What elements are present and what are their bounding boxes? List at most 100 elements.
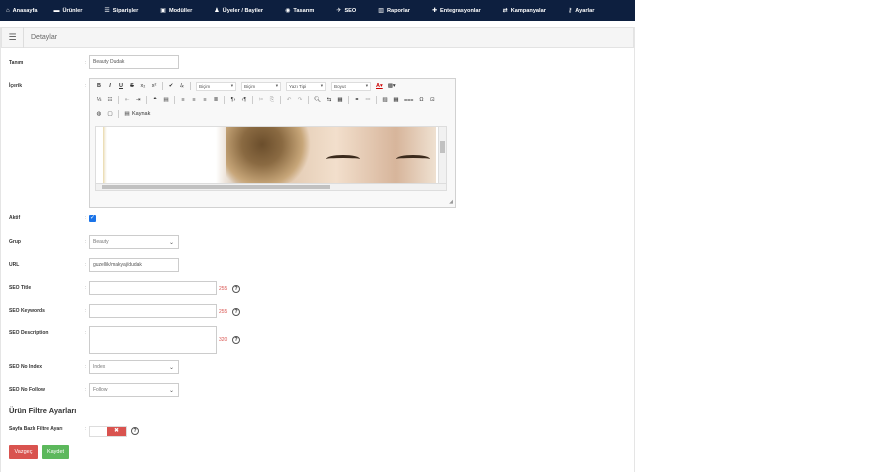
link-icon[interactable]: ⚭ xyxy=(354,97,360,103)
italic-button[interactable]: I xyxy=(107,83,113,89)
template-icon[interactable]: ▢ xyxy=(107,111,113,117)
seo-keywords-input[interactable] xyxy=(89,304,217,318)
seo-description-textarea[interactable] xyxy=(89,326,217,354)
bg-color-icon[interactable]: ▩▾ xyxy=(388,83,396,89)
iframe-icon[interactable]: ⊡ xyxy=(429,97,435,103)
table-icon[interactable]: ▦ xyxy=(393,97,399,103)
resize-handle-icon[interactable]: ◢ xyxy=(449,199,453,205)
cut-icon[interactable]: ✂ xyxy=(258,97,264,103)
font-combo[interactable]: Yazı Tipi ▾ xyxy=(286,81,326,91)
cancel-button[interactable]: Vazgeç xyxy=(9,445,38,459)
active-checkbox[interactable]: ✓ xyxy=(89,215,96,222)
nav-item-siparişler[interactable]: ☰ Siparişler xyxy=(104,7,138,15)
nav-item-ürünler[interactable]: ▬ Ürünler xyxy=(54,8,83,14)
source-icon[interactable]: ▤ xyxy=(124,111,130,117)
seo-nofollow-select[interactable]: Follow ⌄ xyxy=(89,383,179,397)
url-label: URL xyxy=(9,262,20,268)
list-icon: ☰ xyxy=(104,8,110,14)
nav-item-tasarım[interactable]: ◉ Tasarım xyxy=(285,7,314,15)
colon: : xyxy=(85,364,87,370)
div-icon[interactable]: ▤ xyxy=(163,97,169,103)
scroll-thumb[interactable] xyxy=(102,185,330,189)
align-center-icon[interactable]: ≡ xyxy=(191,97,197,103)
seo-title-counter: 255 xyxy=(219,286,228,292)
format-combo[interactable]: Biçim ▾ xyxy=(196,81,236,91)
filter-section-title: Ürün Filtre Ayarları xyxy=(9,406,77,415)
underline-button[interactable]: U xyxy=(118,83,124,89)
style-combo[interactable]: Biçim ▾ xyxy=(241,81,281,91)
content-label: İçerik xyxy=(9,83,23,89)
undo-icon[interactable]: ↶ xyxy=(286,97,292,103)
superscript-button[interactable]: x² xyxy=(151,83,157,89)
unlink-icon[interactable]: ⚯ xyxy=(365,97,371,103)
group-select[interactable]: Beauty ⌄ xyxy=(89,235,179,249)
chevron-down-icon: ⌄ xyxy=(168,387,174,394)
redo-icon[interactable]: ↷ xyxy=(297,97,303,103)
blockquote-icon[interactable]: ❝ xyxy=(152,97,158,103)
nav-item-üyeler-bayiler[interactable]: ♟ Üyeler / Bayiler xyxy=(214,7,264,15)
rich-text-editor[interactable]: B I U S x₂ x² ✔ I̶ₓ Biçim ▾ Biçim ▾ Yazı T… xyxy=(89,78,456,208)
nav-item-raporlar[interactable]: ▥ Raporlar xyxy=(378,7,410,15)
nav-item-ayarlar[interactable]: ⚷ Ayarlar xyxy=(568,7,594,15)
outdent-icon[interactable]: ⇤ xyxy=(124,97,130,103)
editor-content-area[interactable] xyxy=(95,126,447,191)
url-input[interactable] xyxy=(89,258,179,272)
source-button[interactable]: Kaynak xyxy=(132,111,150,117)
image-icon[interactable]: ▨ xyxy=(382,97,388,103)
bullet-list-icon[interactable]: ☷ xyxy=(107,97,113,103)
rtl-icon[interactable]: ‹¶ xyxy=(241,97,247,103)
nav-item-modüller[interactable]: ▣ Modüller xyxy=(160,7,193,15)
hamburger-icon[interactable]: ☰ xyxy=(2,27,24,48)
eye-icon: ◉ xyxy=(285,8,291,14)
colon: : xyxy=(85,330,87,336)
size-combo[interactable]: Boyut ▾ xyxy=(331,81,371,91)
seo-description-counter: 320 xyxy=(219,337,228,343)
nav-item-label: Modüller xyxy=(168,7,193,14)
save-button[interactable]: Kaydet xyxy=(42,445,69,459)
replace-icon[interactable]: ⇆ xyxy=(326,97,332,103)
nav-item-entegrasyonlar[interactable]: ✚ Entegrasyonlar xyxy=(432,7,481,15)
nav-item-seo[interactable]: ✈ SEO xyxy=(336,7,356,15)
module-icon: ▣ xyxy=(160,8,166,14)
rocket-icon: ✈ xyxy=(336,8,342,14)
numbered-list-icon[interactable]: ⅓ xyxy=(96,97,102,103)
help-icon[interactable]: ? xyxy=(232,308,240,316)
copy-icon[interactable]: ⎘ xyxy=(269,97,275,104)
select-all-icon[interactable]: ▦ xyxy=(337,97,343,103)
toolbar-separator xyxy=(174,96,175,104)
vertical-scrollbar[interactable] xyxy=(438,127,446,185)
help-icon[interactable]: ? xyxy=(232,285,240,293)
bold-button[interactable]: B xyxy=(96,83,102,89)
seo-nofollow-value: Follow xyxy=(93,387,108,393)
horizontal-scrollbar[interactable] xyxy=(96,183,446,190)
align-right-icon[interactable]: ≡ xyxy=(202,97,208,103)
help-icon[interactable]: ? xyxy=(232,336,240,344)
nav-item-kampanyalar[interactable]: ⇄ Kampanyalar xyxy=(503,7,546,15)
strike-button[interactable]: S xyxy=(129,83,135,89)
copy-format-icon[interactable]: ✔ xyxy=(168,83,174,89)
find-icon[interactable]: 🔍︎ xyxy=(314,97,321,103)
colon: : xyxy=(85,387,87,393)
seo-noindex-select[interactable]: Index ⌄ xyxy=(89,360,179,374)
page-filter-toggle[interactable]: ✖ xyxy=(89,426,127,437)
justify-icon[interactable]: ≣ xyxy=(213,97,219,103)
nav-item-anasayfa[interactable]: ⌂ Anasayfa xyxy=(6,8,38,14)
preview-icon[interactable]: ◍ xyxy=(96,111,102,117)
scroll-thumb[interactable] xyxy=(440,141,445,153)
toolbar-separator xyxy=(347,96,349,104)
subscript-button[interactable]: x₂ xyxy=(140,83,146,89)
help-icon[interactable]: ? xyxy=(131,427,139,435)
ltr-icon[interactable]: ¶› xyxy=(230,97,236,103)
special-char-icon[interactable]: Ω xyxy=(418,97,424,103)
indent-icon[interactable]: ⇥ xyxy=(135,97,141,103)
align-left-icon[interactable]: ≡ xyxy=(180,97,186,103)
colon: : xyxy=(85,262,87,268)
seo-title-input[interactable] xyxy=(89,281,217,295)
remove-format-icon[interactable]: I̶ₓ xyxy=(179,83,185,89)
nav-item-label: Üyeler / Bayiler xyxy=(222,7,264,14)
seo-keywords-label: SEO Keywords xyxy=(9,308,45,314)
horizontal-line-icon[interactable]: ⩶ xyxy=(404,97,413,104)
name-input[interactable] xyxy=(89,55,179,69)
colon: : xyxy=(85,60,87,66)
text-color-icon[interactable]: A▾ xyxy=(376,83,383,89)
